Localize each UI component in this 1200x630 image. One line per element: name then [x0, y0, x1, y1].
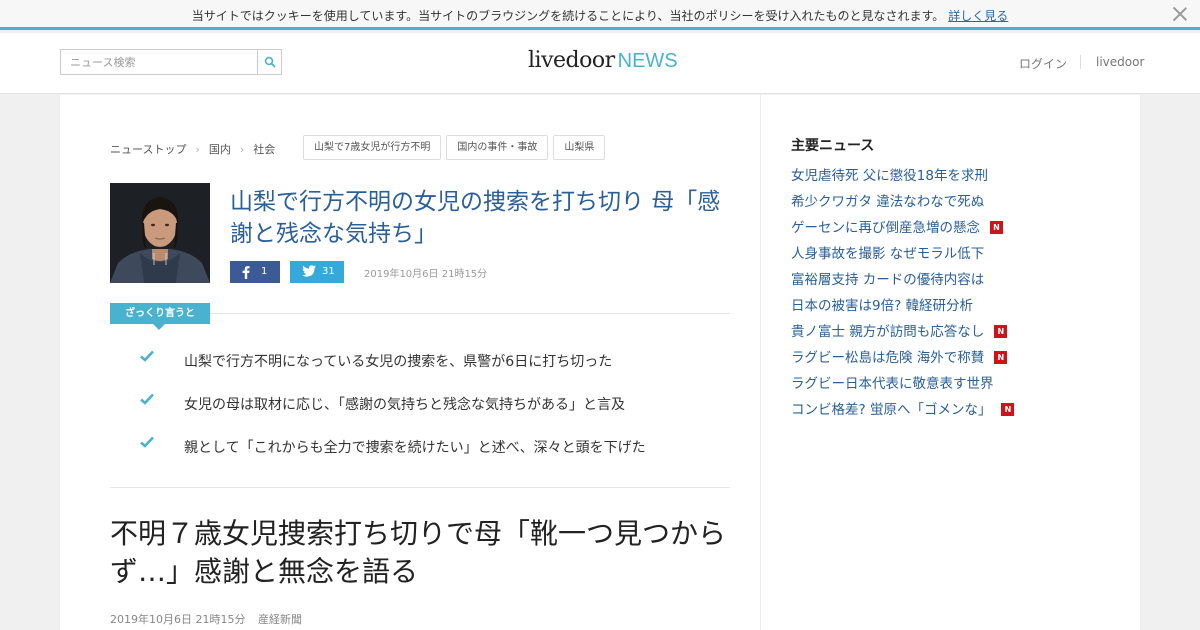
logo-news: NEWS	[617, 50, 678, 72]
topic-tag[interactable]: 国内の事件・事故	[446, 135, 549, 160]
search-icon	[264, 56, 276, 68]
close-icon[interactable]	[1172, 6, 1188, 22]
article-headline: 不明７歳女児捜索打ち切りで母「靴一つ見つからず…」感謝と無念を語る	[110, 517, 727, 588]
chevron-right-icon: ›	[195, 142, 200, 156]
cookie-text-row: 当サイトではクッキーを使用しています。当サイトのブラウジングを続けることにより、…	[0, 7, 1200, 24]
article-date: 2019年10月6日 21時15分	[364, 269, 488, 280]
top-news-label: コンビ格差? 蛍原へ「ゴメンな」	[791, 402, 992, 418]
twitter-icon	[302, 265, 316, 277]
section-divider	[110, 487, 730, 488]
summary-point-text: 親として「これからも全力で捜索を続けたい」と述べ、深々と頭を下げた	[184, 440, 646, 456]
topic-tag[interactable]: 山梨で7歳女児が行方不明	[303, 135, 442, 160]
top-news-label: 日本の被害は9倍? 韓経研分析	[791, 298, 974, 314]
top-news-label: ラグビー日本代表に敬意表す世界	[791, 376, 994, 392]
new-badge: N	[994, 325, 1008, 338]
topic-tags: 山梨で7歳女児が行方不明 国内の事件・事故 山梨県	[303, 135, 610, 160]
breadcrumb-item[interactable]: ニューストップ	[110, 141, 186, 157]
top-news-list: 女児虐待死 父に懲役18年を求刑 希少クワガタ 違法なわなで死ぬ ゲーセンに再び倒産…	[791, 163, 1121, 423]
top-news-item[interactable]: 富裕層支持 カードの優待内容は	[791, 267, 1121, 293]
article-title: 山梨で行方不明の女児の捜索を打ち切り 母「感謝と残念な気持ち」	[230, 189, 721, 247]
topic-tag[interactable]: 山梨県	[553, 135, 606, 160]
summary-point: 山梨で行方不明になっている女児の捜索を、県警が6日に打ち切った	[110, 348, 730, 391]
top-news-item[interactable]: コンビ格差? 蛍原へ「ゴメンな」 N	[791, 397, 1121, 423]
twitter-count: 31	[322, 266, 335, 277]
top-news-item[interactable]: 希少クワガタ 違法なわなで死ぬ	[791, 189, 1121, 215]
cookie-details-link[interactable]: 詳しく見る	[948, 9, 1008, 23]
top-news-item[interactable]: ラグビー松島は危険 海外で称賛 N	[791, 345, 1121, 371]
summary-label: ざっくり言うと	[110, 303, 210, 330]
new-badge: N	[990, 221, 1003, 234]
nav-divider	[1080, 55, 1081, 69]
summary-point: 親として「これからも全力で捜索を続けたい」と述べ、深々と頭を下げた	[110, 434, 730, 477]
top-news-item[interactable]: ラグビー日本代表に敬意表す世界	[791, 371, 1121, 397]
main-column: ニューストップ › 国内 › 社会 山梨で7歳女児が行方不明 国内の事件・事故 山梨県 山梨…	[60, 95, 760, 630]
summary-point-text: 山梨で行方不明になっている女児の捜索を、県警が6日に打ち切った	[184, 354, 613, 370]
article-photo	[110, 183, 210, 283]
site-header: livedoorNEWS ログイン livedoor	[0, 33, 1200, 94]
chevron-right-icon: ›	[239, 142, 245, 156]
top-news-label: ゲーセンに再び倒産急増の懸念	[791, 220, 980, 236]
breadcrumb-item[interactable]: 国内	[209, 141, 231, 157]
checkmark-icon	[140, 350, 154, 362]
top-news-label: 富裕層支持 カードの優待内容は	[791, 272, 985, 288]
cookie-banner: 当サイトではクッキーを使用しています。当サイトのブラウジングを続けることにより、…	[0, 0, 1200, 30]
top-news-item[interactable]: 貴ノ富士 親方が訪問も応答なし N	[791, 319, 1121, 345]
top-news-label: 希少クワガタ 違法なわなで死ぬ	[791, 194, 985, 210]
summary-point-text: 女児の母は取材に応じ、「感謝の気持ちと残念な気持ちがある」と言及	[184, 397, 625, 413]
top-news-item[interactable]: ゲーセンに再び倒産急増の懸念 N	[791, 215, 1121, 241]
top-news-item[interactable]: 女児虐待死 父に懲役18年を求刑	[791, 163, 1121, 189]
top-news-label: 女児虐待死 父に懲役18年を求刑	[791, 168, 988, 184]
search-button[interactable]	[257, 50, 281, 74]
summary-point: 女児の母は取材に応じ、「感謝の気持ちと残念な気持ちがある」と言及	[110, 391, 730, 434]
checkmark-icon	[140, 436, 154, 448]
search-box	[60, 49, 282, 75]
site-logo[interactable]: livedoor NEWS	[528, 48, 678, 78]
article-footer-date: 2019年10月6日 21時15分	[110, 613, 246, 626]
breadcrumb-item[interactable]: 社会	[253, 141, 275, 157]
new-badge: N	[1001, 403, 1015, 416]
top-news-item[interactable]: 人身事故を撮影 なぜモラル低下	[791, 241, 1121, 267]
article-source[interactable]: 産経新聞	[258, 611, 302, 627]
top-news-label: ラグビー松島は危険 海外で称賛	[791, 350, 985, 366]
twitter-share-button[interactable]: 31	[290, 261, 344, 283]
cookie-message: 当サイトではクッキーを使用しています。当サイトのブラウジングを続けることにより、…	[191, 9, 945, 23]
facebook-share-button[interactable]: 1	[230, 261, 280, 283]
logo-livedoor: livedoor	[528, 48, 615, 73]
breadcrumb: ニューストップ › 国内 › 社会	[110, 141, 275, 157]
top-news-item[interactable]: 日本の被害は9倍? 韓経研分析	[791, 293, 1121, 319]
summary-points: 山梨で行方不明になっている女児の捜索を、県警が6日に打ち切った 女児の母は取材に…	[110, 348, 730, 477]
facebook-count: 1	[261, 266, 268, 277]
livedoor-link[interactable]: livedoor	[1096, 55, 1144, 69]
new-badge: N	[994, 351, 1008, 364]
top-news-label: 貴ノ富士 親方が訪問も応答なし	[791, 324, 985, 340]
search-input[interactable]	[61, 50, 257, 74]
sidebar: 主要ニュース 女児虐待死 父に懲役18年を求刑 希少クワガタ 違法なわなで死ぬ ゲー…	[760, 95, 1140, 630]
summary-divider	[210, 313, 730, 314]
checkmark-icon	[140, 393, 154, 405]
top-news-label: 人身事故を撮影 なぜモラル低下	[791, 246, 985, 262]
sidebar-title: 主要ニュース	[791, 138, 875, 154]
facebook-icon	[242, 266, 250, 279]
login-link[interactable]: ログイン	[1019, 55, 1067, 72]
